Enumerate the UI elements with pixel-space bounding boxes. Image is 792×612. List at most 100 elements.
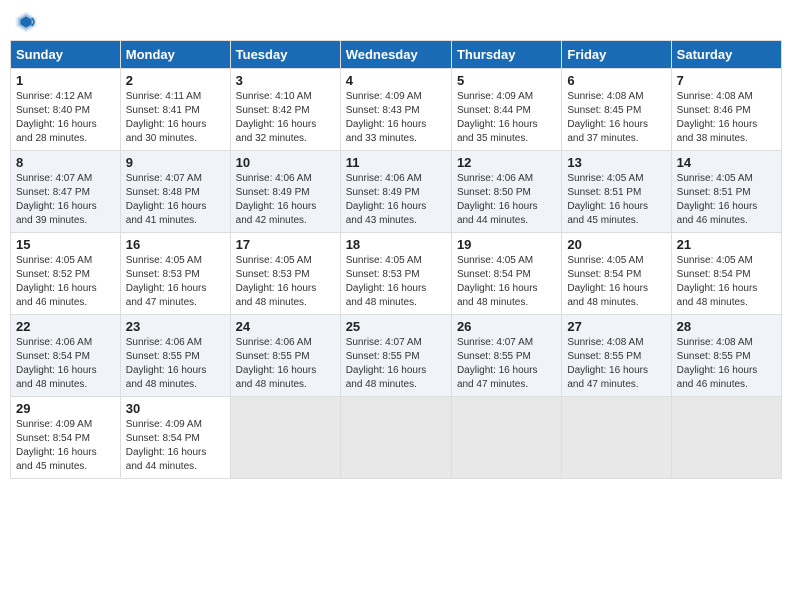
day-number: 9 [126, 155, 225, 170]
day-detail: Sunrise: 4:05 AM Sunset: 8:54 PM Dayligh… [677, 254, 776, 310]
logo-icon [14, 10, 38, 34]
calendar-cell: 6 Sunrise: 4:08 AM Sunset: 8:45 PM Daylig… [562, 69, 671, 151]
calendar-cell: 16 Sunrise: 4:05 AM Sunset: 8:53 PM Dayli… [120, 233, 230, 315]
day-number: 1 [16, 73, 115, 88]
header-day-sunday: Sunday [11, 41, 121, 69]
day-number: 5 [457, 73, 556, 88]
calendar-cell: 11 Sunrise: 4:06 AM Sunset: 8:49 PM Dayli… [340, 151, 451, 233]
header-day-friday: Friday [562, 41, 671, 69]
day-detail: Sunrise: 4:05 AM Sunset: 8:54 PM Dayligh… [567, 254, 665, 310]
day-detail: Sunrise: 4:06 AM Sunset: 8:49 PM Dayligh… [236, 172, 335, 228]
calendar-cell [671, 397, 781, 479]
header-row: SundayMondayTuesdayWednesdayThursdayFrid… [11, 41, 782, 69]
day-detail: Sunrise: 4:07 AM Sunset: 8:55 PM Dayligh… [346, 336, 446, 392]
header-day-wednesday: Wednesday [340, 41, 451, 69]
day-detail: Sunrise: 4:12 AM Sunset: 8:40 PM Dayligh… [16, 90, 115, 146]
day-number: 26 [457, 319, 556, 334]
page-header [10, 10, 782, 34]
calendar-cell: 5 Sunrise: 4:09 AM Sunset: 8:44 PM Daylig… [451, 69, 561, 151]
day-number: 18 [346, 237, 446, 252]
day-detail: Sunrise: 4:07 AM Sunset: 8:55 PM Dayligh… [457, 336, 556, 392]
calendar-cell: 8 Sunrise: 4:07 AM Sunset: 8:47 PM Daylig… [11, 151, 121, 233]
day-number: 23 [126, 319, 225, 334]
day-detail: Sunrise: 4:07 AM Sunset: 8:47 PM Dayligh… [16, 172, 115, 228]
calendar-cell: 30 Sunrise: 4:09 AM Sunset: 8:54 PM Dayli… [120, 397, 230, 479]
day-number: 2 [126, 73, 225, 88]
header-day-saturday: Saturday [671, 41, 781, 69]
calendar-cell: 13 Sunrise: 4:05 AM Sunset: 8:51 PM Dayli… [562, 151, 671, 233]
day-number: 6 [567, 73, 665, 88]
calendar-row-3: 15Sunrise: 4:05 AM Sunset: 8:52 PM Dayli… [11, 233, 782, 315]
day-number: 29 [16, 401, 115, 416]
calendar-row-4: 22 Sunrise: 4:06 AM Sunset: 8:54 PM Dayli… [11, 315, 782, 397]
calendar-cell: 21 Sunrise: 4:05 AM Sunset: 8:54 PM Dayli… [671, 233, 781, 315]
calendar-cell [562, 397, 671, 479]
day-number: 10 [236, 155, 335, 170]
day-detail: Sunrise: 4:05 AM Sunset: 8:53 PM Dayligh… [126, 254, 225, 310]
day-detail: Sunrise: 4:08 AM Sunset: 8:55 PM Dayligh… [677, 336, 776, 392]
day-detail: Sunrise: 4:06 AM Sunset: 8:55 PM Dayligh… [236, 336, 335, 392]
calendar-cell [230, 397, 340, 479]
day-number: 17 [236, 237, 335, 252]
calendar-cell: 7 Sunrise: 4:08 AM Sunset: 8:46 PM Daylig… [671, 69, 781, 151]
header-day-monday: Monday [120, 41, 230, 69]
calendar-cell: 24Sunrise: 4:06 AM Sunset: 8:55 PM Dayli… [230, 315, 340, 397]
calendar-cell [451, 397, 561, 479]
calendar-cell [340, 397, 451, 479]
calendar-cell: 27 Sunrise: 4:08 AM Sunset: 8:55 PM Dayli… [562, 315, 671, 397]
day-number: 19 [457, 237, 556, 252]
day-detail: Sunrise: 4:06 AM Sunset: 8:54 PM Dayligh… [16, 336, 115, 392]
day-number: 12 [457, 155, 556, 170]
day-number: 14 [677, 155, 776, 170]
header-day-thursday: Thursday [451, 41, 561, 69]
calendar-cell: 18Sunrise: 4:05 AM Sunset: 8:53 PM Dayli… [340, 233, 451, 315]
calendar-table: SundayMondayTuesdayWednesdayThursdayFrid… [10, 40, 782, 479]
day-detail: Sunrise: 4:05 AM Sunset: 8:54 PM Dayligh… [457, 254, 556, 310]
calendar-cell: 22 Sunrise: 4:06 AM Sunset: 8:54 PM Dayli… [11, 315, 121, 397]
day-detail: Sunrise: 4:08 AM Sunset: 8:45 PM Dayligh… [567, 90, 665, 146]
calendar-cell: 26 Sunrise: 4:07 AM Sunset: 8:55 PM Dayli… [451, 315, 561, 397]
calendar-cell: 29 Sunrise: 4:09 AM Sunset: 8:54 PM Dayli… [11, 397, 121, 479]
calendar-cell: 28 Sunrise: 4:08 AM Sunset: 8:55 PM Dayli… [671, 315, 781, 397]
day-number: 11 [346, 155, 446, 170]
day-detail: Sunrise: 4:05 AM Sunset: 8:52 PM Dayligh… [16, 254, 115, 310]
day-number: 16 [126, 237, 225, 252]
calendar-cell: 9Sunrise: 4:07 AM Sunset: 8:48 PM Daylig… [120, 151, 230, 233]
day-detail: Sunrise: 4:06 AM Sunset: 8:50 PM Dayligh… [457, 172, 556, 228]
header-day-tuesday: Tuesday [230, 41, 340, 69]
calendar-cell: 12 Sunrise: 4:06 AM Sunset: 8:50 PM Dayli… [451, 151, 561, 233]
day-detail: Sunrise: 4:09 AM Sunset: 8:44 PM Dayligh… [457, 90, 556, 146]
day-number: 25 [346, 319, 446, 334]
calendar-cell: 10 Sunrise: 4:06 AM Sunset: 8:49 PM Dayli… [230, 151, 340, 233]
day-detail: Sunrise: 4:09 AM Sunset: 8:54 PM Dayligh… [16, 418, 115, 474]
calendar-cell: 19 Sunrise: 4:05 AM Sunset: 8:54 PM Dayli… [451, 233, 561, 315]
calendar-cell: 20 Sunrise: 4:05 AM Sunset: 8:54 PM Dayli… [562, 233, 671, 315]
day-number: 30 [126, 401, 225, 416]
day-number: 28 [677, 319, 776, 334]
day-detail: Sunrise: 4:06 AM Sunset: 8:49 PM Dayligh… [346, 172, 446, 228]
calendar-cell: 15Sunrise: 4:05 AM Sunset: 8:52 PM Dayli… [11, 233, 121, 315]
calendar-cell: 14Sunrise: 4:05 AM Sunset: 8:51 PM Dayli… [671, 151, 781, 233]
day-number: 20 [567, 237, 665, 252]
day-number: 21 [677, 237, 776, 252]
day-detail: Sunrise: 4:09 AM Sunset: 8:54 PM Dayligh… [126, 418, 225, 474]
calendar-cell: 4 Sunrise: 4:09 AM Sunset: 8:43 PM Daylig… [340, 69, 451, 151]
day-detail: Sunrise: 4:11 AM Sunset: 8:41 PM Dayligh… [126, 90, 225, 146]
day-detail: Sunrise: 4:10 AM Sunset: 8:42 PM Dayligh… [236, 90, 335, 146]
day-number: 13 [567, 155, 665, 170]
calendar-cell: 2 Sunrise: 4:11 AM Sunset: 8:41 PM Daylig… [120, 69, 230, 151]
calendar-cell: 1 Sunrise: 4:12 AM Sunset: 8:40 PM Daylig… [11, 69, 121, 151]
day-number: 27 [567, 319, 665, 334]
day-detail: Sunrise: 4:06 AM Sunset: 8:55 PM Dayligh… [126, 336, 225, 392]
day-detail: Sunrise: 4:08 AM Sunset: 8:46 PM Dayligh… [677, 90, 776, 146]
day-detail: Sunrise: 4:05 AM Sunset: 8:51 PM Dayligh… [567, 172, 665, 228]
day-number: 7 [677, 73, 776, 88]
calendar-row-2: 8 Sunrise: 4:07 AM Sunset: 8:47 PM Daylig… [11, 151, 782, 233]
calendar-cell: 23 Sunrise: 4:06 AM Sunset: 8:55 PM Dayli… [120, 315, 230, 397]
day-number: 8 [16, 155, 115, 170]
day-number: 4 [346, 73, 446, 88]
calendar-cell: 25 Sunrise: 4:07 AM Sunset: 8:55 PM Dayli… [340, 315, 451, 397]
day-detail: Sunrise: 4:09 AM Sunset: 8:43 PM Dayligh… [346, 90, 446, 146]
day-number: 22 [16, 319, 115, 334]
day-detail: Sunrise: 4:08 AM Sunset: 8:55 PM Dayligh… [567, 336, 665, 392]
